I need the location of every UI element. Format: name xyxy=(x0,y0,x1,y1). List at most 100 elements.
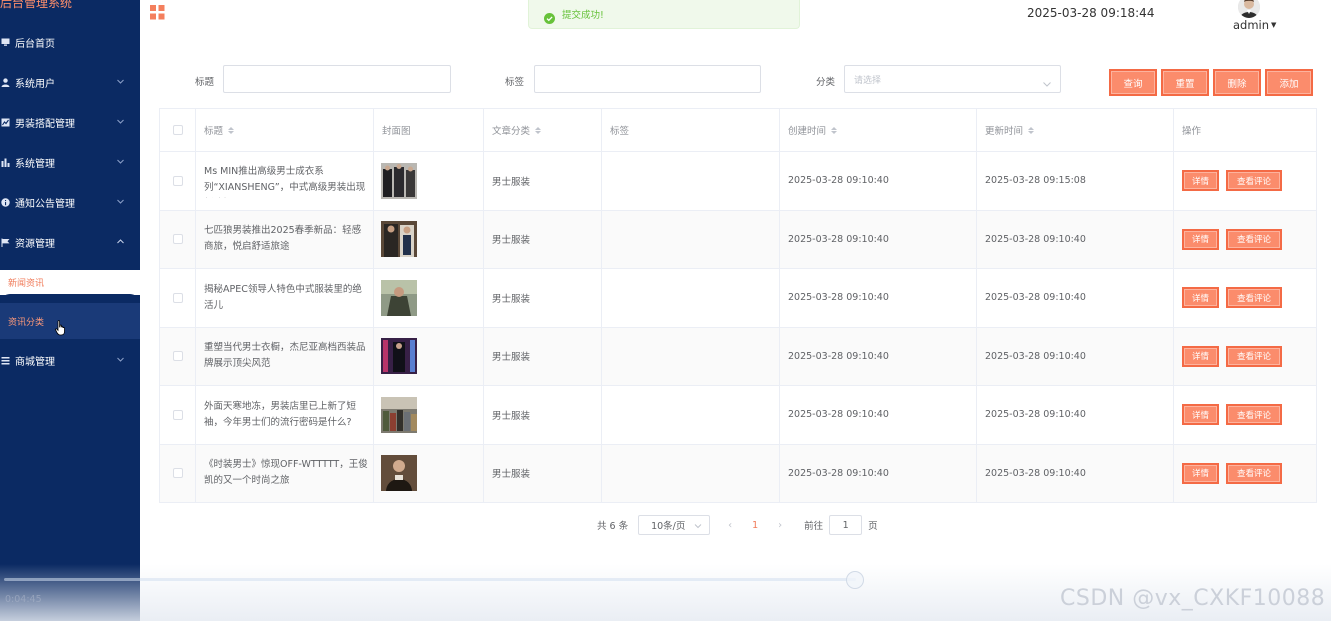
cover-image[interactable] xyxy=(381,455,417,492)
view-comments-button[interactable]: 查看评论 xyxy=(1226,287,1282,309)
header-category[interactable]: 文章分类 xyxy=(484,109,602,151)
detail-button[interactable]: 详情 xyxy=(1182,170,1219,192)
header-title[interactable]: 标题 xyxy=(196,109,374,151)
sort-icon[interactable] xyxy=(228,126,235,134)
select-all-checkbox[interactable] xyxy=(172,125,183,135)
video-time: 0:04:45 xyxy=(5,594,42,605)
submenu-item-category[interactable]: 资讯分类 xyxy=(8,315,44,328)
cover-cell xyxy=(374,386,484,444)
delete-button[interactable]: 删除 xyxy=(1213,69,1261,96)
detail-button[interactable]: 详情 xyxy=(1182,228,1219,250)
row-select-cell xyxy=(160,444,196,502)
sidebar-item-system[interactable]: 系统管理 xyxy=(0,147,140,177)
select-placeholder: 请选择 xyxy=(854,75,882,86)
cover-image[interactable] xyxy=(381,396,417,433)
updated-cell: 2025-03-28 09:10:40 xyxy=(977,210,1174,268)
sidebar-item-users[interactable]: 系统用户 xyxy=(0,67,140,97)
header-actions: 操作 xyxy=(1174,109,1317,151)
filter-category-select[interactable]: 请选择 xyxy=(844,65,1061,93)
sidebar-item-home[interactable]: 后台首页 xyxy=(0,27,140,57)
video-progress-bar[interactable] xyxy=(4,578,856,581)
sort-icon[interactable] xyxy=(535,126,542,134)
detail-button[interactable]: 详情 xyxy=(1182,345,1219,367)
sidebar-item-notice[interactable]: 通知公告管理 xyxy=(0,187,140,217)
sort-icon[interactable] xyxy=(831,126,838,134)
user-menu[interactable]: admin ▼ xyxy=(1233,18,1276,32)
detail-button[interactable]: 详情 xyxy=(1182,287,1219,309)
row-select-cell xyxy=(160,327,196,385)
row-select-cell xyxy=(160,386,196,444)
detail-button[interactable]: 详情 xyxy=(1182,462,1219,484)
cover-image[interactable] xyxy=(381,162,417,199)
row-checkbox[interactable] xyxy=(172,351,183,362)
actions-cell: 详情 查看评论 xyxy=(1174,152,1317,210)
created-cell: 2025-03-28 09:10:40 xyxy=(780,269,977,327)
header-created[interactable]: 创建时间 xyxy=(780,109,977,151)
row-checkbox[interactable] xyxy=(172,468,183,479)
reset-button[interactable]: 重置 xyxy=(1161,69,1209,96)
table-row: 《时装男士》惊现OFF-WTTTTT，王俊凯的又一个时尚之旅 男士服装 2025… xyxy=(160,444,1317,503)
sidebar-item-label: 系统用户 xyxy=(15,78,55,90)
sidebar-item-menswear[interactable]: 男装搭配管理 xyxy=(0,107,140,137)
prev-page-icon[interactable]: ‹ xyxy=(720,520,740,531)
pagination-total: 共 6 条 xyxy=(597,521,629,532)
actions-cell: 详情 查看评论 xyxy=(1174,444,1317,502)
chevron-down-icon xyxy=(116,157,125,166)
category-cell: 男士服装 xyxy=(484,210,602,268)
row-checkbox[interactable] xyxy=(172,175,183,186)
row-checkbox[interactable] xyxy=(172,409,183,420)
cover-cell xyxy=(374,444,484,502)
avatar[interactable] xyxy=(1238,0,1260,18)
chevron-down-icon xyxy=(116,117,125,126)
chevron-up-icon xyxy=(116,237,125,246)
filter-title-input[interactable] xyxy=(223,65,451,93)
updated-cell: 2025-03-28 09:15:08 xyxy=(977,152,1174,210)
cover-image[interactable] xyxy=(381,338,417,375)
row-checkbox[interactable] xyxy=(172,234,183,245)
sidebar-item-label: 通知公告管理 xyxy=(15,198,75,210)
watermark: CSDN @vx_CXKF10088 xyxy=(1060,586,1326,611)
page-number-current[interactable]: 1 xyxy=(740,520,770,531)
view-comments-button[interactable]: 查看评论 xyxy=(1226,462,1282,484)
chart-line-icon xyxy=(0,117,10,127)
sidebar-item-label: 系统管理 xyxy=(15,158,55,170)
sidebar: 后台管理系统 后台首页 系统用户 男装搭配管理 系统管理 通知公告管理 资源管理… xyxy=(0,0,140,621)
sidebar-item-label: 男装搭配管理 xyxy=(15,118,75,130)
row-checkbox[interactable] xyxy=(172,292,183,303)
view-comments-button[interactable]: 查看评论 xyxy=(1226,170,1282,192)
sidebar-item-shop[interactable]: 商城管理 xyxy=(0,345,140,375)
cover-image[interactable] xyxy=(381,221,417,258)
detail-button[interactable]: 详情 xyxy=(1182,404,1219,426)
user-icon xyxy=(0,77,10,87)
goto-page-input[interactable]: 1 xyxy=(829,515,863,535)
view-comments-button[interactable]: 查看评论 xyxy=(1226,345,1282,367)
tag-cell xyxy=(602,152,780,210)
header-updated[interactable]: 更新时间 xyxy=(977,109,1174,151)
sort-icon[interactable] xyxy=(1028,126,1035,134)
bar-chart-icon xyxy=(0,157,10,167)
title-cell: 七匹狼男装推出2025春季新品：轻感商旅，悦启舒适旅途 xyxy=(196,210,374,268)
query-button[interactable]: 查询 xyxy=(1109,69,1157,96)
submenu-item-news[interactable]: 新闻资讯 xyxy=(8,276,44,289)
row-select-cell xyxy=(160,210,196,268)
video-progress-knob[interactable] xyxy=(846,571,864,589)
updated-cell: 2025-03-28 09:10:40 xyxy=(977,386,1174,444)
cover-image[interactable] xyxy=(381,279,417,316)
title-cell: 揭秘APEC领导人特色中式服装里的绝活儿 xyxy=(196,269,374,327)
page-size-select[interactable]: 10条/页 xyxy=(638,515,711,535)
cover-cell xyxy=(374,327,484,385)
grid-menu-icon[interactable] xyxy=(150,5,165,20)
sidebar-item-resources[interactable]: 资源管理 xyxy=(0,227,140,257)
actions-cell: 详情 查看评论 xyxy=(1174,327,1317,385)
next-page-icon[interactable]: › xyxy=(770,520,790,531)
toast-message: 提交成功! xyxy=(562,10,604,21)
goto-label: 前往 xyxy=(804,521,824,532)
check-circle-icon xyxy=(544,9,555,24)
add-button[interactable]: 添加 xyxy=(1265,69,1313,96)
page-size-value: 10条/页 xyxy=(651,521,686,532)
view-comments-button[interactable]: 查看评论 xyxy=(1226,228,1282,250)
filter-tag-input[interactable] xyxy=(534,65,761,93)
view-comments-button[interactable]: 查看评论 xyxy=(1226,404,1282,426)
header-select-cell xyxy=(160,109,196,151)
actions-cell: 详情 查看评论 xyxy=(1174,386,1317,444)
